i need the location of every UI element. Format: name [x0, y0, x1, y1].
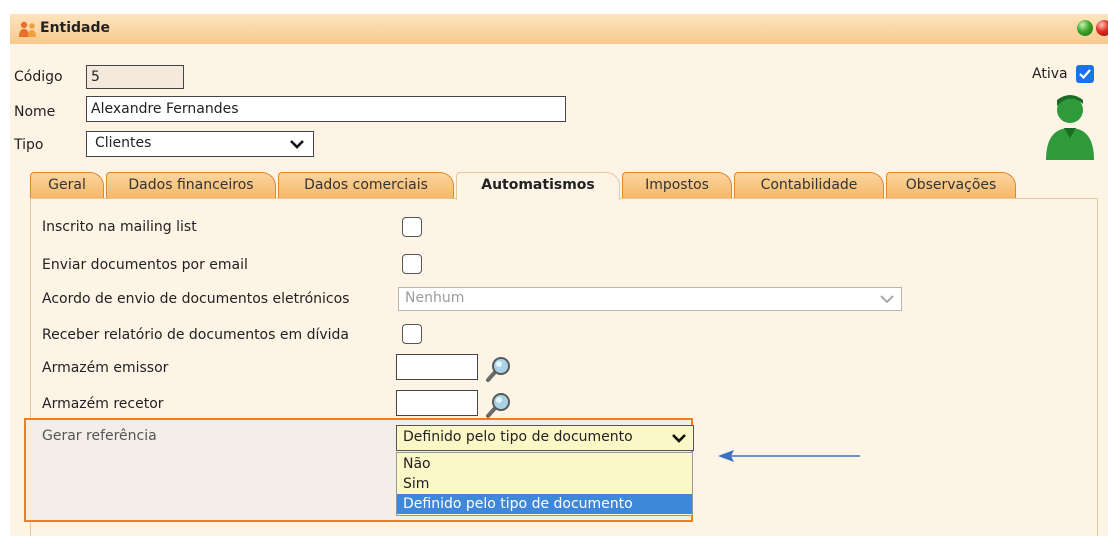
window-title: Entidade: [40, 20, 111, 36]
close-button[interactable]: [1096, 20, 1108, 36]
tab-contabilidade[interactable]: Contabilidade: [734, 172, 884, 198]
codigo-field[interactable]: [86, 65, 184, 89]
gerar-label: Gerar referência: [42, 428, 157, 444]
window-title-bar: Entidade: [10, 14, 1108, 44]
acordo-select[interactable]: Nenhum: [398, 287, 902, 311]
mailing-checkbox[interactable]: [402, 217, 422, 237]
nome-field[interactable]: [86, 96, 566, 122]
tab-automatismos[interactable]: Automatismos: [456, 172, 620, 200]
chevron-down-icon: [880, 295, 894, 304]
emissor-label: Armazém emissor: [42, 360, 169, 376]
tipo-select-value: Clientes: [95, 135, 152, 151]
option-definido[interactable]: Definido pelo tipo de documento: [397, 494, 692, 514]
chevron-down-icon: [672, 434, 686, 443]
tab-bar: Geral Dados financeiros Dados comerciais…: [30, 172, 1020, 200]
acordo-label: Acordo de envio de documentos eletrónico…: [42, 291, 350, 307]
user-avatar-icon: [1046, 95, 1094, 160]
tab-impostos[interactable]: Impostos: [622, 172, 732, 198]
tab-dados-comerciais[interactable]: Dados comerciais: [278, 172, 454, 198]
nome-label: Nome: [14, 104, 56, 120]
recetor-label: Armazém recetor: [42, 396, 164, 412]
enviar-label: Enviar documentos por email: [42, 257, 248, 273]
magnifier-icon[interactable]: [484, 355, 512, 383]
tipo-select[interactable]: Clientes: [86, 131, 314, 157]
ativa-label: Ativa: [1032, 66, 1068, 82]
magnifier-icon[interactable]: [484, 391, 512, 419]
people-icon: [19, 21, 36, 37]
ativa-checkbox[interactable]: [1076, 65, 1094, 83]
codigo-label: Código: [14, 69, 63, 85]
option-sim[interactable]: Sim: [397, 474, 692, 494]
gerar-select[interactable]: Definido pelo tipo de documento: [396, 425, 694, 451]
minimize-button[interactable]: [1077, 20, 1093, 36]
receber-checkbox[interactable]: [402, 324, 422, 344]
recetor-field[interactable]: [396, 390, 478, 416]
enviar-checkbox[interactable]: [402, 254, 422, 274]
tab-geral[interactable]: Geral: [30, 172, 104, 198]
gerar-dropdown-list: Não Sim Definido pelo tipo de documento: [396, 452, 693, 516]
tipo-label: Tipo: [14, 137, 44, 153]
gerar-select-value: Definido pelo tipo de documento: [403, 429, 633, 445]
receber-label: Receber relatório de documentos em dívid…: [42, 327, 349, 343]
emissor-field[interactable]: [396, 354, 478, 380]
annotation-arrow-icon: [718, 450, 860, 462]
tab-observacoes[interactable]: Observações: [886, 172, 1016, 198]
mailing-label: Inscrito na mailing list: [42, 219, 197, 235]
tab-dados-financeiros[interactable]: Dados financeiros: [106, 172, 276, 198]
checkmark-icon: [1079, 69, 1091, 80]
option-nao[interactable]: Não: [397, 454, 692, 474]
chevron-down-icon: [290, 140, 304, 149]
acordo-select-value: Nenhum: [405, 290, 465, 306]
